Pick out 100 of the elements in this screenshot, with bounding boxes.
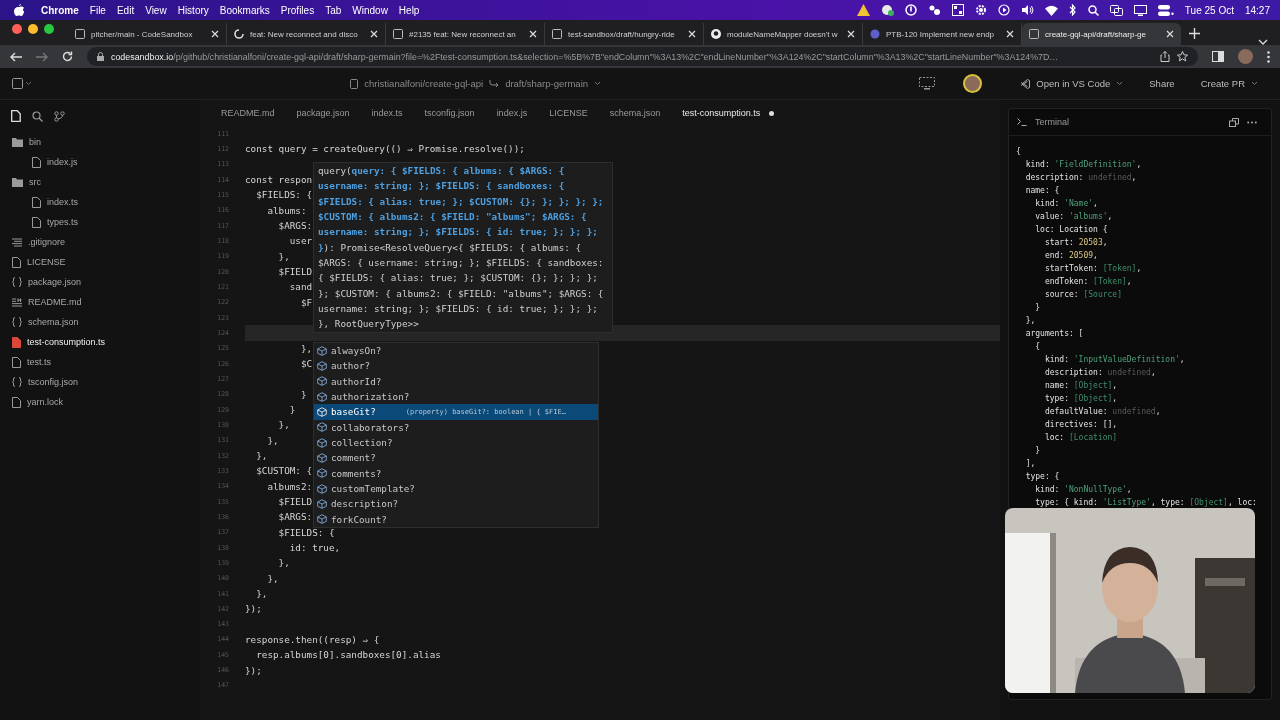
menu-bar-date[interactable]: Tue 25 Oct bbox=[1184, 4, 1234, 16]
close-icon[interactable] bbox=[370, 30, 378, 38]
menu-bar-time[interactable]: 14:27 bbox=[1244, 4, 1270, 16]
bluetooth-icon[interactable] bbox=[1068, 4, 1077, 16]
suggestion-item[interactable]: collection? bbox=[314, 434, 598, 451]
address-field[interactable]: codesandbox.io/p/github/christianalfoni/create-gql-api/draft/sharp-germain?file=%2Ftest-consumption.ts&selection=%5B%7B"endColumn"%3A13%2C"endLineNumber"%3A124%2C"startColumn"%3A13%2C"startLineNumber"%3A124%7D… bbox=[87, 47, 1198, 66]
menu-item[interactable]: Profiles bbox=[280, 4, 315, 16]
sidebar-icon[interactable] bbox=[1212, 51, 1224, 62]
close-icon[interactable] bbox=[1006, 30, 1014, 38]
minimize-button[interactable] bbox=[28, 24, 38, 34]
suggestion-item[interactable]: customTemplate? bbox=[314, 480, 598, 497]
branch-name[interactable]: draft/sharp-germain bbox=[505, 78, 589, 89]
cube-icon bbox=[317, 376, 327, 387]
menu-item[interactable]: View bbox=[145, 4, 167, 16]
file-tree-item[interactable]: schema.json bbox=[0, 312, 200, 332]
git-icon[interactable] bbox=[54, 110, 65, 122]
editor-tab[interactable]: package.json bbox=[285, 108, 361, 118]
menu-item[interactable]: History bbox=[177, 4, 209, 16]
editor-tab[interactable]: tsconfig.json bbox=[413, 108, 486, 118]
menu-item[interactable]: Help bbox=[398, 4, 420, 16]
suggestion-item[interactable]: comments? bbox=[314, 465, 598, 481]
close-icon[interactable] bbox=[211, 30, 219, 38]
menu-item[interactable]: Edit bbox=[116, 4, 135, 16]
suggestion-item[interactable]: collaborators? bbox=[314, 419, 598, 435]
gear-icon[interactable] bbox=[974, 4, 987, 16]
suggestion-item[interactable]: alwaysOn? bbox=[314, 343, 598, 359]
file-tree-item[interactable]: types.ts bbox=[0, 212, 200, 232]
apple-icon[interactable] bbox=[14, 4, 24, 16]
file-tree-item[interactable]: index.ts bbox=[0, 192, 200, 212]
menu-item[interactable]: Chrome bbox=[41, 4, 79, 16]
suggestion-item[interactable]: description? bbox=[314, 496, 598, 512]
share-icon[interactable] bbox=[1160, 51, 1170, 62]
profile-avatar[interactable] bbox=[1238, 49, 1253, 64]
file-tree-item[interactable]: LICENSE bbox=[0, 252, 200, 272]
editor-tab[interactable]: README.md bbox=[210, 108, 286, 118]
chevron-down-icon bbox=[1116, 81, 1124, 86]
back-icon[interactable] bbox=[10, 51, 22, 62]
file-tree-item[interactable]: .gitignore bbox=[0, 232, 200, 252]
suggestion-item[interactable]: forkCount? bbox=[314, 511, 598, 527]
menu-item[interactable]: Window bbox=[352, 4, 388, 16]
file-tree-item[interactable]: tsconfig.json bbox=[0, 372, 200, 392]
more-icon[interactable] bbox=[1267, 50, 1270, 63]
file-tree-item[interactable]: src bbox=[0, 172, 200, 192]
editor-tab[interactable]: LICENSE bbox=[538, 108, 599, 118]
screen-icon[interactable] bbox=[919, 77, 936, 90]
file-tree-item[interactable]: test.ts bbox=[0, 352, 200, 372]
menu-item[interactable]: File bbox=[89, 4, 106, 16]
file-tree-item[interactable]: README.md bbox=[0, 292, 200, 312]
suggestion-item[interactable]: comment? bbox=[314, 450, 598, 466]
close-icon[interactable] bbox=[688, 30, 696, 38]
zoom-button[interactable] bbox=[44, 24, 54, 34]
display-icon[interactable] bbox=[1133, 4, 1147, 16]
editor-tab[interactable]: test-consumption.ts bbox=[671, 108, 786, 118]
repository-name[interactable]: christianalfoni/create-gql-api bbox=[364, 78, 484, 89]
file-tree-item[interactable]: package.json bbox=[0, 272, 200, 292]
star-icon[interactable] bbox=[1177, 51, 1188, 62]
plus-icon[interactable] bbox=[1189, 28, 1200, 39]
warning-icon[interactable] bbox=[856, 4, 870, 16]
volume-icon[interactable] bbox=[1020, 4, 1034, 16]
file-tree-item[interactable]: yarn.lock bbox=[0, 392, 200, 412]
user-avatar[interactable] bbox=[963, 74, 983, 93]
menu-item[interactable]: Tab bbox=[325, 4, 342, 16]
toggle-icon[interactable] bbox=[1157, 4, 1174, 16]
file-tree-item[interactable]: bin bbox=[0, 132, 200, 152]
close-button[interactable] bbox=[12, 24, 22, 34]
close-icon[interactable] bbox=[1166, 30, 1174, 38]
browser-tab[interactable]: create-gql-api/draft/sharp-ge bbox=[1022, 23, 1181, 45]
code-line: }, bbox=[266, 572, 279, 584]
suggestion-item[interactable]: authorization? bbox=[314, 389, 598, 405]
editor-tab[interactable]: index.js bbox=[485, 108, 539, 118]
file-tree-item[interactable]: index.js bbox=[0, 152, 200, 172]
share-button[interactable]: Share bbox=[1141, 75, 1183, 92]
lines-icon bbox=[12, 237, 22, 247]
reload-icon[interactable] bbox=[62, 51, 73, 62]
menu-item[interactable]: Bookmarks bbox=[219, 4, 270, 16]
editor-tab[interactable]: schema.json bbox=[598, 108, 672, 118]
more-icon[interactable] bbox=[1247, 120, 1257, 124]
terminal-line: name: [Object], bbox=[1043, 380, 1119, 392]
search-icon[interactable] bbox=[32, 110, 43, 122]
suggestion-item[interactable]: author? bbox=[314, 358, 598, 374]
code-line: }, bbox=[277, 557, 290, 569]
close-icon[interactable] bbox=[847, 30, 855, 38]
wifi-icon[interactable] bbox=[1044, 4, 1058, 16]
menu-icon[interactable] bbox=[12, 78, 32, 89]
create-pr-button[interactable]: Create PR bbox=[1192, 75, 1266, 92]
open-in-vscode-button[interactable]: Open in VS Code bbox=[1012, 75, 1132, 92]
search-icon[interactable] bbox=[1087, 4, 1099, 16]
file-tree-item[interactable]: test-consumption.ts bbox=[0, 332, 200, 352]
forward-icon[interactable] bbox=[36, 51, 48, 62]
grid-icon[interactable] bbox=[951, 4, 964, 16]
editor-tab[interactable]: index.ts bbox=[360, 108, 414, 118]
terminal-line: value: 'albums', bbox=[1034, 211, 1114, 223]
files-icon[interactable] bbox=[11, 110, 21, 122]
terminal-line: kind: 'Name', bbox=[1034, 198, 1099, 210]
popout-icon[interactable] bbox=[1229, 117, 1239, 127]
play-icon[interactable] bbox=[997, 4, 1010, 16]
windows-icon[interactable] bbox=[1109, 4, 1123, 16]
suggestion-item[interactable]: authorId? bbox=[314, 373, 598, 389]
power-icon[interactable] bbox=[904, 4, 917, 16]
close-icon[interactable] bbox=[529, 30, 537, 38]
